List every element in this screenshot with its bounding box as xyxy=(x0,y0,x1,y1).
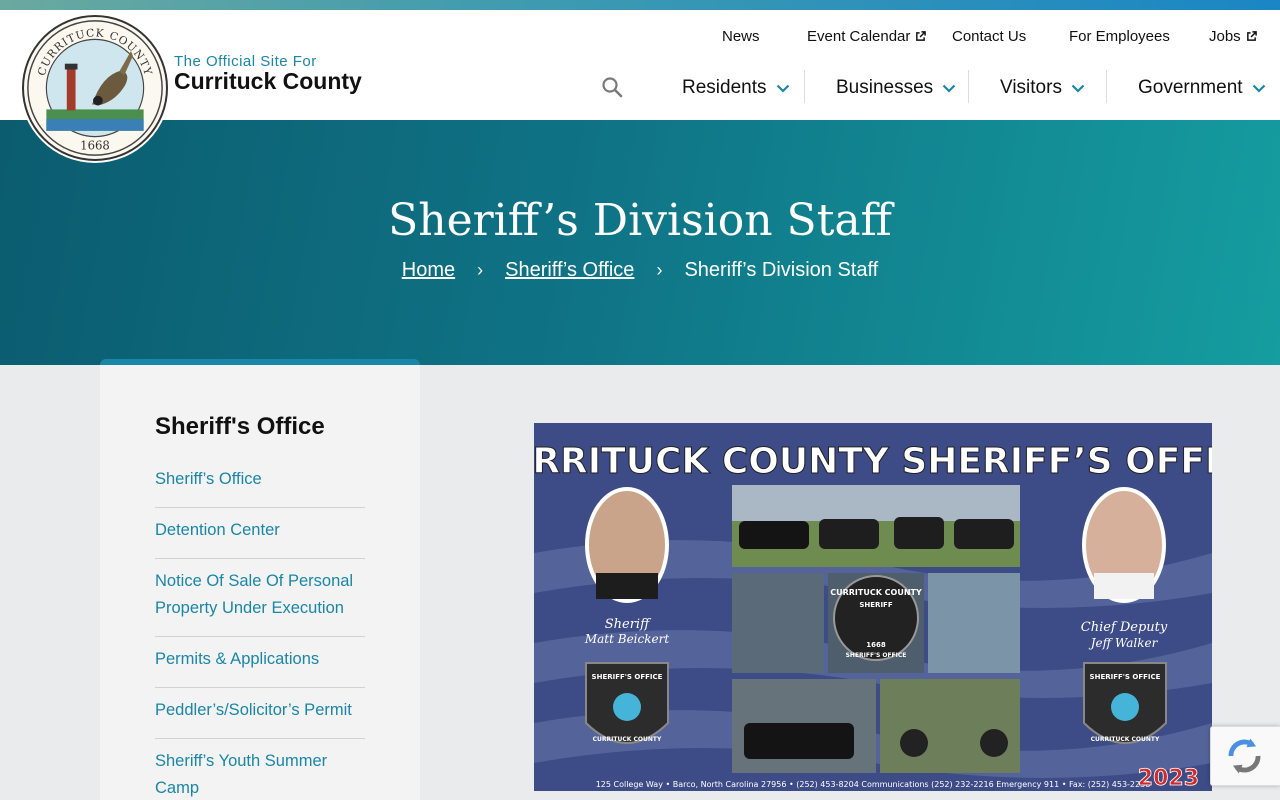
svg-text:SHERIFF: SHERIFF xyxy=(859,601,892,609)
utility-link-label: Event Calendar xyxy=(807,28,911,45)
utility-link-contact-us[interactable]: Contact Us xyxy=(952,28,1026,45)
banner-year: 2023 xyxy=(1138,766,1199,791)
breadcrumb-current: Sheriff’s Division Staff xyxy=(684,259,879,281)
nav-label: Government xyxy=(1138,77,1243,98)
svg-text:SHERIFF'S OFFICE: SHERIFF'S OFFICE xyxy=(592,673,663,681)
sidebar-link[interactable]: Sheriff’s Youth Summer Camp xyxy=(155,752,327,797)
county-seal-logo[interactable]: CURRITUCK COUNTY 1668 xyxy=(22,15,168,161)
page-hero: Sheriff’s Division Staff Home › Sheriff’… xyxy=(0,120,1280,365)
sidebar-item-permits-applications: Permits & Applications xyxy=(155,637,365,688)
nav-label: Businesses xyxy=(836,77,934,98)
sidebar-link[interactable]: Detention Center xyxy=(155,521,280,539)
chevron-down-icon xyxy=(1252,84,1265,93)
banner-footer: 125 College Way • Barco, North Carolina … xyxy=(596,780,1151,789)
site-header: CURRITUCK COUNTY 1668 The Official Site … xyxy=(0,10,1280,161)
county-seal-graphic: CURRITUCK COUNTY 1668 xyxy=(27,20,163,156)
chevron-down-icon xyxy=(1071,84,1085,93)
svg-text:CURRITUCK COUNTY: CURRITUCK COUNTY xyxy=(1091,736,1160,743)
nav-government[interactable]: Government xyxy=(1138,70,1266,106)
banner-graphic: CURRITUCK COUNTY SHERIFF’S OFFICE Sherif… xyxy=(534,423,1212,791)
recaptcha-badge[interactable] xyxy=(1210,726,1280,786)
utility-link-for-employees[interactable]: For Employees xyxy=(1069,28,1170,45)
nav-label: Residents xyxy=(682,77,767,98)
sheriff-title: Sheriff xyxy=(605,617,652,632)
chevron-down-icon xyxy=(776,84,789,93)
nav-businesses[interactable]: Businesses xyxy=(836,70,956,106)
sidebar-item-peddlers-permit: Peddler’s/Solicitor’s Permit xyxy=(155,688,365,739)
svg-text:SHERIFF'S OFFICE: SHERIFF'S OFFICE xyxy=(846,652,907,659)
utility-link-news[interactable]: News xyxy=(722,28,760,45)
utility-nav: News Event Calendar Contact Us For Emplo… xyxy=(0,28,1280,48)
utility-link-label: Jobs xyxy=(1209,28,1241,45)
sidebar-item-detention-center: Detention Center xyxy=(155,508,365,559)
banner-title: CURRITUCK COUNTY SHERIFF’S OFFICE xyxy=(534,441,1212,482)
page-title: Sheriff’s Division Staff xyxy=(388,195,892,246)
sidebar-item-sheriffs-office: Sheriff’s Office xyxy=(155,457,365,508)
sheriff-name: Matt Beickert xyxy=(584,632,669,646)
svg-text:CURRITUCK COUNTY: CURRITUCK COUNTY xyxy=(593,736,662,743)
utility-link-event-calendar[interactable]: Event Calendar xyxy=(807,28,927,45)
breadcrumb: Home › Sheriff’s Office › Sheriff’s Divi… xyxy=(0,259,1280,282)
chevron-down-icon xyxy=(942,84,956,93)
breadcrumb-sheriffs-office[interactable]: Sheriff’s Office xyxy=(505,259,634,282)
utility-link-label: News xyxy=(722,28,760,45)
sidebar-title: Sheriff's Office xyxy=(155,413,325,440)
recaptcha-icon xyxy=(1228,738,1261,774)
nav-divider xyxy=(804,70,805,103)
svg-text:1668: 1668 xyxy=(80,138,110,152)
nav-divider xyxy=(968,70,969,103)
main-nav: Residents Businesses Visitors Government xyxy=(0,70,1280,112)
nav-visitors[interactable]: Visitors xyxy=(1000,70,1085,106)
nav-label: Visitors xyxy=(1000,77,1062,98)
external-link-icon xyxy=(1246,31,1257,41)
sidebar-link[interactable]: Permits & Applications xyxy=(155,650,319,668)
sidebar-link[interactable]: Sheriff’s Office xyxy=(155,470,262,488)
svg-text:1668: 1668 xyxy=(866,641,886,649)
breadcrumb-separator-icon: › xyxy=(656,260,663,280)
svg-text:CURRITUCK COUNTY: CURRITUCK COUNTY xyxy=(830,588,922,597)
sidebar-list: Sheriff’s Office Detention Center Notice… xyxy=(155,457,365,800)
top-accent-stripe xyxy=(0,0,1280,10)
sidebar-link[interactable]: Peddler’s/Solicitor’s Permit xyxy=(155,701,352,719)
sidebar-item-notice-of-sale: Notice Of Sale Of Personal Property Unde… xyxy=(155,559,365,637)
svg-text:SHERIFF'S OFFICE: SHERIFF'S OFFICE xyxy=(1090,673,1161,681)
sheriff-office-banner-image: CURRITUCK COUNTY SHERIFF’S OFFICE Sherif… xyxy=(534,423,1212,791)
external-link-icon xyxy=(916,31,927,41)
utility-link-label: Contact Us xyxy=(952,28,1027,45)
chief-deputy-title: Chief Deputy xyxy=(1081,620,1168,635)
nav-divider xyxy=(1106,70,1107,103)
breadcrumb-separator-icon: › xyxy=(477,260,484,280)
breadcrumb-home[interactable]: Home xyxy=(402,259,455,282)
chief-deputy-name: Jeff Walker xyxy=(1088,636,1159,650)
utility-link-label: For Employees xyxy=(1069,28,1170,45)
sidebar-link[interactable]: Notice Of Sale Of Personal Property Unde… xyxy=(155,572,353,617)
section-sidebar: Sheriff's Office Sheriff’s Office Detent… xyxy=(100,359,420,800)
nav-residents[interactable]: Residents xyxy=(682,70,790,106)
sidebar-item-youth-summer-camp: Sheriff’s Youth Summer Camp xyxy=(155,739,365,800)
utility-link-jobs[interactable]: Jobs xyxy=(1209,28,1257,45)
